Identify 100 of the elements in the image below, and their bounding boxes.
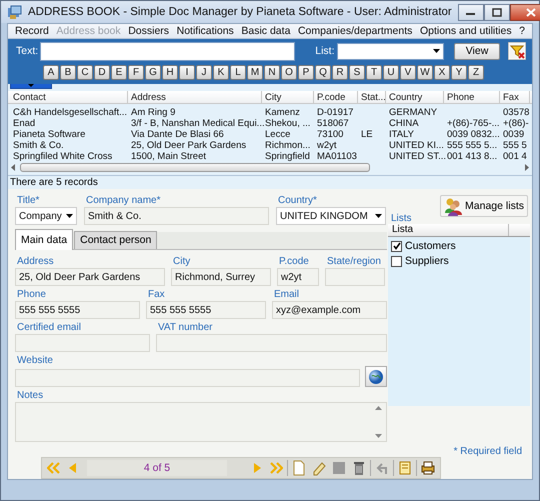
table-cell-text: 555 555 5...	[446, 140, 498, 151]
table-cell-text: Springfiled White Cross	[12, 150, 114, 162]
column-header[interactable]: P.code	[314, 90, 358, 103]
letter-button[interactable]: C	[77, 64, 93, 80]
input-field[interactable]: 555 555 5555	[146, 301, 266, 319]
column-header[interactable]: Fax	[500, 90, 530, 103]
letter-button[interactable]: Z	[468, 64, 484, 80]
list-label: List:	[315, 45, 334, 58]
input-field[interactable]: 555 555 5555	[15, 301, 140, 319]
letter-button[interactable]: E	[111, 64, 127, 80]
menu-item[interactable]: Record	[14, 24, 50, 37]
letter-button[interactable]: P	[298, 64, 314, 80]
field-label: Fax	[148, 289, 166, 300]
tab[interactable]: Main data	[15, 229, 74, 250]
menu-item[interactable]: Basic data	[240, 24, 292, 37]
horizontal-scrollbar[interactable]	[10, 162, 530, 173]
letter-button[interactable]: F	[128, 64, 144, 80]
tab[interactable]: Contact person	[74, 231, 158, 249]
select-field[interactable]: Company	[15, 207, 77, 225]
print-button[interactable]	[419, 459, 437, 477]
text-field[interactable]	[40, 42, 296, 61]
scroll-up-icon[interactable]	[375, 406, 382, 410]
letter-button[interactable]: N	[264, 64, 280, 80]
letter-button[interactable]: Y	[451, 64, 467, 80]
menu-item[interactable]: ?	[518, 24, 526, 37]
column-header[interactable]: Stat...	[358, 90, 386, 103]
select-field[interactable]: UNITED KINGDOM	[276, 207, 386, 225]
table-cell-text: w2yt	[316, 140, 338, 151]
field-label: P.code	[279, 256, 310, 267]
document-icon	[292, 460, 306, 476]
input-field[interactable]: Smith & Co.	[84, 207, 269, 225]
column-header[interactable]: Phone	[444, 90, 500, 103]
column-header[interactable]: Address	[128, 90, 262, 103]
list-dropdown[interactable]	[336, 42, 444, 60]
checkbox[interactable]	[391, 256, 402, 266]
letter-button[interactable]: G	[145, 64, 161, 80]
table-cell-text: 518067	[316, 118, 350, 129]
close-icon	[526, 8, 536, 16]
table-cell-text: Richmon...	[264, 140, 312, 151]
table-cell-text: 001 413 8...	[446, 150, 498, 162]
dropdown-arrow-icon	[66, 214, 73, 218]
letter-button[interactable]: I	[179, 64, 195, 80]
letter-button[interactable]: B	[60, 64, 76, 80]
letter-button[interactable]: S	[349, 64, 365, 80]
minimize-button[interactable]	[458, 4, 484, 20]
column-header[interactable]: City	[262, 90, 314, 103]
menu-item[interactable]: Companies/departments	[296, 24, 414, 37]
table-cell-text: 0039 0832...	[446, 128, 500, 140]
menu-item[interactable]: Dossiers	[127, 24, 170, 37]
input-field[interactable]: Richmond, Surrey	[171, 268, 271, 286]
column-header[interactable]: Country	[386, 90, 444, 103]
close-button[interactable]	[510, 4, 540, 20]
check-icon	[392, 242, 400, 250]
column-chooser-button[interactable]	[10, 84, 52, 89]
letter-button[interactable]: A	[43, 64, 59, 80]
open-website-button[interactable]	[365, 366, 387, 387]
field-label: Title*	[17, 195, 40, 206]
input-field[interactable]	[156, 334, 387, 352]
letter-button[interactable]: K	[213, 64, 229, 80]
letter-button[interactable]: M	[247, 64, 263, 80]
scroll-right-icon[interactable]	[524, 164, 530, 171]
list-name: Customers	[405, 240, 456, 252]
letter-button[interactable]: L	[230, 64, 246, 80]
input-field[interactable]	[15, 334, 150, 352]
letter-button[interactable]: H	[162, 64, 178, 80]
scroll-down-icon[interactable]	[375, 434, 382, 438]
manage-lists-button[interactable]: Manage lists	[440, 195, 528, 217]
letter-button[interactable]: U	[383, 64, 399, 80]
notes-field[interactable]	[15, 402, 387, 442]
input-field[interactable]: w2yt	[277, 268, 319, 286]
table-cell-text: UNITED ST...	[388, 150, 444, 162]
letter-button[interactable]: R	[332, 64, 348, 80]
scroll-icon	[398, 460, 412, 476]
field-label: Phone	[17, 289, 47, 300]
letter-button[interactable]: D	[94, 64, 110, 80]
column-header[interactable]: Contact	[10, 90, 128, 103]
letter-button[interactable]: W	[417, 64, 433, 80]
menu-item[interactable]: Notifications	[176, 24, 235, 37]
letter-button[interactable]: V	[400, 64, 416, 80]
letter-button[interactable]: T	[366, 64, 382, 80]
letter-button[interactable]: O	[281, 64, 297, 80]
table-cell-text: 555 5	[502, 140, 528, 151]
input-field[interactable]	[15, 369, 360, 387]
list-name: Suppliers	[405, 255, 449, 267]
table-cell-text: 3/f - B, Nanshan Medical Equi...	[130, 118, 262, 129]
field-label: Company name*	[86, 195, 162, 206]
maximize-button[interactable]	[484, 4, 510, 20]
scroll-left-icon[interactable]	[10, 164, 16, 171]
filter-clear-icon[interactable]	[508, 42, 526, 60]
field-label: VAT number	[158, 322, 214, 333]
input-field[interactable]	[325, 268, 385, 286]
checkbox[interactable]	[391, 240, 402, 252]
input-field[interactable]: xyz@example.com	[272, 301, 387, 319]
letter-button[interactable]: X	[434, 64, 450, 80]
input-field[interactable]: 25, Old Deer Park Gardens	[15, 268, 165, 286]
view-button[interactable]: View	[454, 42, 500, 60]
letter-button[interactable]: Q	[315, 64, 331, 80]
menu-item[interactable]: Options and utilities	[418, 24, 513, 37]
letter-button[interactable]: J	[196, 64, 212, 80]
table-cell-text: Springfield	[264, 150, 311, 162]
